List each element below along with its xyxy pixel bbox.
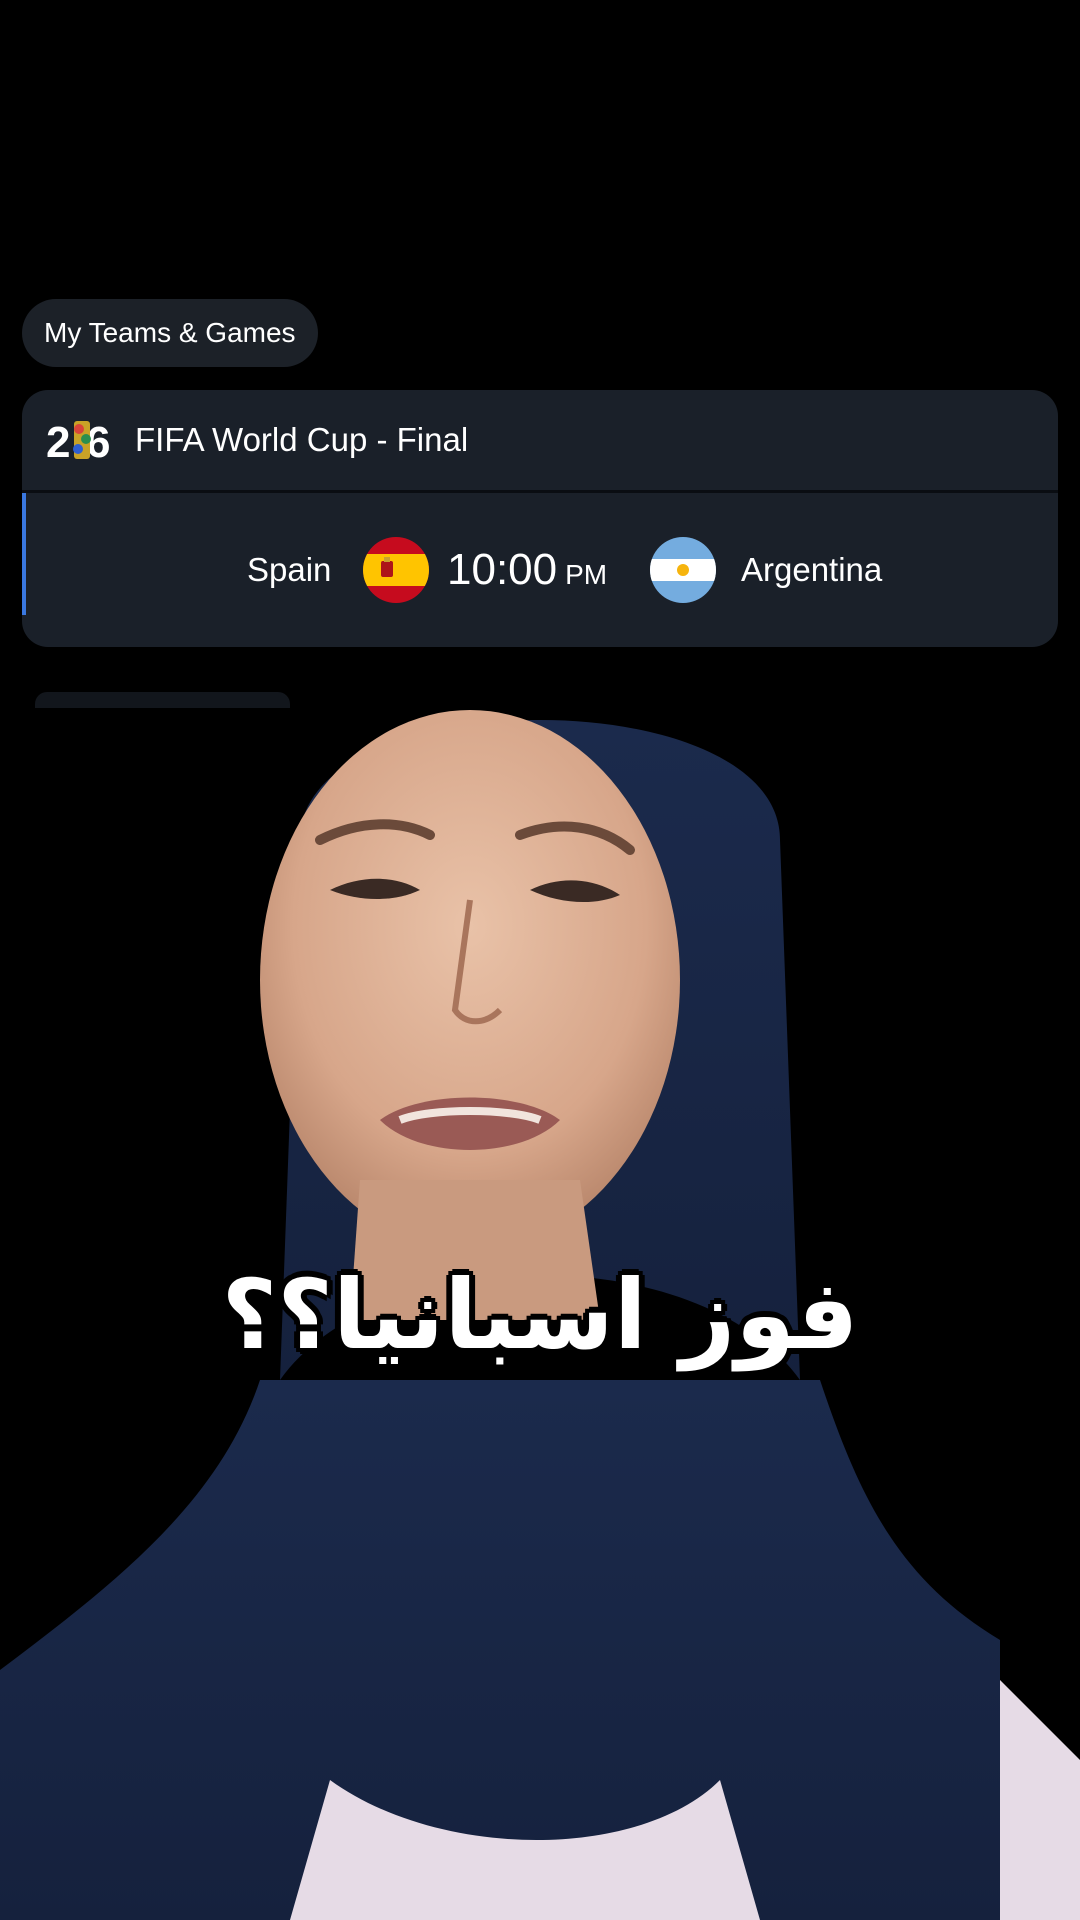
home-team-name: Spain	[247, 551, 332, 588]
kickoff-time-value: 10:00	[447, 545, 558, 594]
kickoff-time: 10:00 PM	[447, 493, 607, 647]
live-accent-bar	[22, 493, 26, 615]
spain-flag-icon	[363, 537, 429, 603]
svg-text:2: 2	[46, 418, 70, 463]
match-card[interactable]: 2 6 FIFA World Cup - Final Spain 10:00 P…	[22, 390, 1058, 647]
world-cup-26-logo-icon: 2 6	[46, 418, 110, 463]
match-title: FIFA World Cup - Final	[135, 421, 469, 458]
video-caption: فوز اسبانيا؟؟	[221, 1259, 859, 1371]
kickoff-period: PM	[565, 559, 608, 590]
match-card-header: 2 6 FIFA World Cup - Final	[22, 390, 1058, 490]
video-frame: My Teams & Games 2 6 FIFA World Cup - Fi…	[0, 0, 1080, 1920]
my-teams-games-chip[interactable]: My Teams & Games	[22, 299, 318, 367]
chip-label: My Teams & Games	[44, 317, 296, 348]
away-team-name: Argentina	[741, 551, 883, 588]
argentina-flag-icon	[650, 537, 716, 603]
